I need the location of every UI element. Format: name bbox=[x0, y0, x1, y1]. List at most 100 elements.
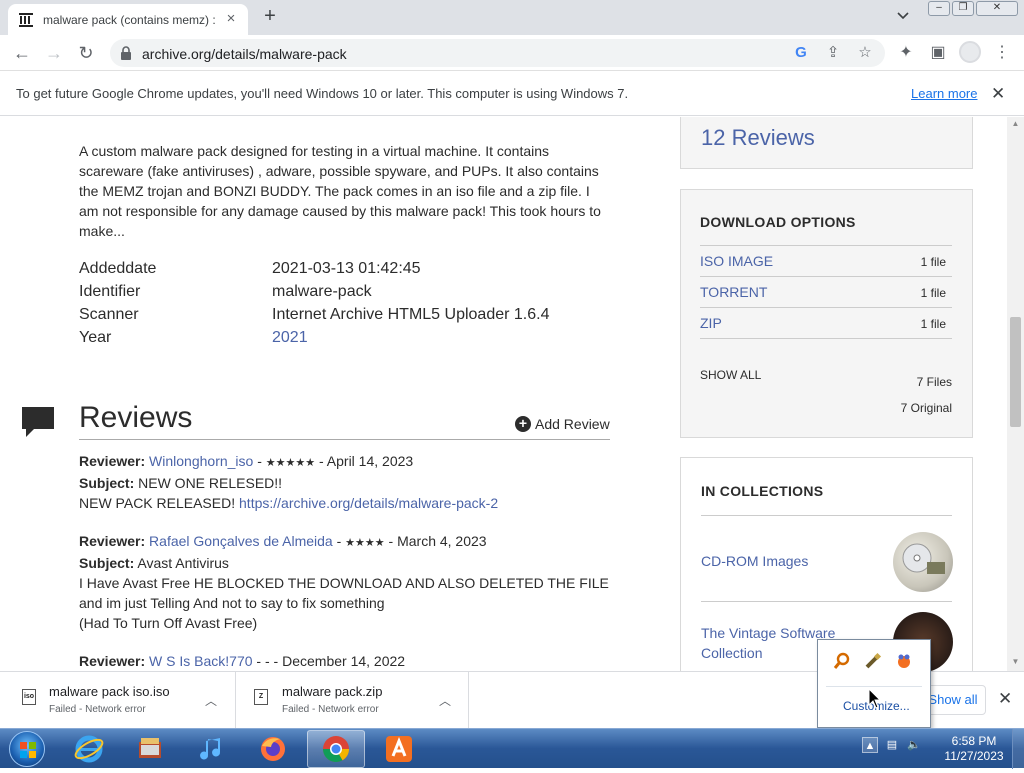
reviews-count-link[interactable]: 12 Reviews bbox=[701, 125, 815, 151]
add-review-button[interactable]: + Add Review bbox=[515, 416, 610, 432]
download-row[interactable]: ISO IMAGE 1 file bbox=[700, 245, 952, 276]
taskbar-clock[interactable]: 6:58 PM 11/27/2023 bbox=[941, 734, 1007, 764]
address-bar[interactable]: archive.org/details/malware-pack G ⇪ ☆ bbox=[110, 39, 885, 67]
windows-logo-icon bbox=[9, 731, 45, 767]
media-player-taskbar-button[interactable] bbox=[183, 730, 241, 768]
tab-close-icon[interactable]: × bbox=[224, 11, 238, 26]
review-body-link[interactable]: https://archive.org/details/malware-pack… bbox=[239, 495, 498, 511]
windows-explorer-taskbar-button[interactable] bbox=[121, 730, 179, 768]
clock-time: 6:58 PM bbox=[951, 734, 997, 748]
clock-date: 11/27/2023 bbox=[944, 749, 1004, 763]
show-hidden-icons-chevron-icon[interactable]: ▲ bbox=[862, 737, 878, 753]
collection-label[interactable]: CD-ROM Images bbox=[701, 551, 861, 571]
side-panel-icon[interactable]: ▣ bbox=[928, 43, 948, 63]
page-scrollbar[interactable]: ▲ ▼ bbox=[1007, 117, 1024, 671]
tab-search-chevron-icon[interactable] bbox=[896, 8, 914, 26]
usb-tray-icon[interactable] bbox=[863, 652, 882, 671]
browser-toolbar: ← → ↻ archive.org/details/malware-pack G… bbox=[0, 35, 1024, 71]
reviewer-label: Reviewer: bbox=[79, 533, 146, 549]
show-desktop-button[interactable] bbox=[1012, 729, 1024, 769]
show-all-link[interactable]: SHOW ALL bbox=[700, 368, 761, 382]
google-translate-icon[interactable]: G bbox=[792, 44, 810, 62]
download-row[interactable]: ZIP 1 file bbox=[700, 307, 952, 339]
download-filename[interactable]: malware pack iso.iso bbox=[49, 684, 170, 699]
download-row[interactable]: TORRENT 1 file bbox=[700, 276, 952, 307]
downloads-bar-close-icon[interactable]: ✕ bbox=[998, 689, 1012, 709]
menu-kebab-icon[interactable]: ⋮ bbox=[992, 43, 1012, 63]
review-date: April 14, 2023 bbox=[326, 453, 414, 469]
avast-taskbar-button[interactable] bbox=[370, 730, 428, 768]
add-review-label: Add Review bbox=[535, 416, 610, 432]
volume-muted-icon[interactable]: 🔈 bbox=[906, 737, 922, 753]
forward-arrow-icon[interactable]: → bbox=[44, 43, 64, 63]
bookmark-star-icon[interactable]: ☆ bbox=[856, 44, 874, 62]
chevron-up-icon[interactable]: ︿ bbox=[439, 692, 451, 709]
start-button[interactable] bbox=[4, 729, 48, 769]
restore-button[interactable]: ❐ bbox=[952, 1, 974, 16]
metadata-row: Scanner Internet Archive HTML5 Uploader … bbox=[79, 306, 619, 329]
review-stars: ★★★★ bbox=[345, 537, 385, 549]
scroll-down-arrow-icon[interactable]: ▼ bbox=[1011, 657, 1020, 666]
metadata-table: Addeddate 2021-03-13 01:42:45 Identifier… bbox=[79, 260, 619, 352]
scroll-up-arrow-icon[interactable]: ▲ bbox=[1011, 119, 1020, 128]
review-stars: ★★★★★ bbox=[265, 457, 316, 469]
download-item[interactable]: Z malware pack.zip Failed - Network erro… bbox=[237, 672, 469, 729]
download-label[interactable]: ISO IMAGE bbox=[700, 253, 773, 269]
avast-tray-icon[interactable] bbox=[894, 652, 913, 671]
review-item: Reviewer: W S Is Back!770 - - - December… bbox=[79, 653, 406, 669]
download-count: 1 file bbox=[920, 255, 946, 269]
chevron-up-icon[interactable]: ︿ bbox=[205, 692, 217, 709]
share-icon[interactable]: ⇪ bbox=[824, 44, 842, 62]
reviewer-link[interactable]: Winlonghorn_iso bbox=[149, 453, 253, 469]
internet-explorer-taskbar-button[interactable] bbox=[60, 730, 118, 768]
lock-icon[interactable] bbox=[120, 46, 132, 60]
minimize-button[interactable]: – bbox=[928, 1, 950, 16]
system-tray: ▲ ▤ 🔈 bbox=[862, 737, 922, 753]
download-status: Failed - Network error bbox=[282, 704, 379, 715]
subject-label: Subject: bbox=[79, 475, 135, 491]
url-text[interactable]: archive.org/details/malware-pack bbox=[142, 46, 347, 62]
metadata-value: Internet Archive HTML5 Uploader 1.6.4 bbox=[272, 306, 550, 323]
review-subject: Avast Antivirus bbox=[137, 555, 229, 571]
reviewer-label: Reviewer: bbox=[79, 453, 146, 469]
metadata-key: Addeddate bbox=[79, 260, 157, 277]
subject-label: Subject: bbox=[79, 555, 135, 571]
plus-circle-icon: + bbox=[515, 416, 531, 432]
iso-file-icon: iso bbox=[22, 689, 36, 705]
cd-rom-thumbnail[interactable] bbox=[893, 532, 953, 592]
network-icon[interactable]: ▤ bbox=[884, 737, 900, 753]
tab-title: malware pack (contains memz) : bbox=[43, 12, 216, 27]
year-link[interactable]: 2021 bbox=[272, 329, 308, 352]
browser-tab[interactable]: malware pack (contains memz) : × bbox=[8, 4, 248, 35]
extensions-puzzle-icon[interactable]: ✦ bbox=[896, 43, 916, 63]
new-tab-button[interactable]: + bbox=[260, 6, 280, 26]
metadata-key: Scanner bbox=[79, 306, 139, 323]
reviewer-link[interactable]: W S Is Back!770 bbox=[149, 653, 252, 669]
item-description: A custom malware pack designed for testi… bbox=[79, 143, 601, 239]
magnifier-tray-icon[interactable] bbox=[832, 652, 851, 671]
window-close-button[interactable]: ✕ bbox=[976, 1, 1018, 16]
learn-more-link[interactable]: Learn more bbox=[911, 86, 977, 101]
download-label[interactable]: TORRENT bbox=[700, 284, 767, 300]
review-date: December 14, 2022 bbox=[282, 653, 406, 669]
divider bbox=[79, 439, 610, 440]
review-date: March 4, 2023 bbox=[397, 533, 487, 549]
title-bar: malware pack (contains memz) : × + – ❐ ✕ bbox=[0, 0, 1024, 35]
review-body: I Have Avast Free HE BLOCKED THE DOWNLOA… bbox=[79, 575, 609, 611]
download-label[interactable]: ZIP bbox=[700, 315, 722, 331]
collection-item[interactable]: CD-ROM Images bbox=[701, 515, 953, 601]
reload-icon[interactable]: ↻ bbox=[76, 43, 96, 63]
download-item[interactable]: iso malware pack iso.iso Failed - Networ… bbox=[0, 672, 236, 729]
files-total: 7 Files bbox=[916, 375, 952, 389]
scroll-thumb[interactable] bbox=[1010, 317, 1021, 427]
metadata-row: Year 2021 bbox=[79, 329, 619, 352]
chrome-taskbar-button[interactable] bbox=[307, 730, 365, 768]
reviewer-link[interactable]: Rafael Gonçalves de Almeida bbox=[149, 533, 333, 549]
profile-avatar[interactable] bbox=[959, 41, 981, 63]
infobar-close-icon[interactable]: ✕ bbox=[991, 84, 1005, 104]
infobar-message: To get future Google Chrome updates, you… bbox=[16, 86, 629, 101]
download-filename[interactable]: malware pack.zip bbox=[282, 684, 382, 699]
firefox-taskbar-button[interactable] bbox=[244, 730, 302, 768]
collections-heading: IN COLLECTIONS bbox=[701, 483, 824, 499]
back-arrow-icon[interactable]: ← bbox=[12, 43, 32, 63]
